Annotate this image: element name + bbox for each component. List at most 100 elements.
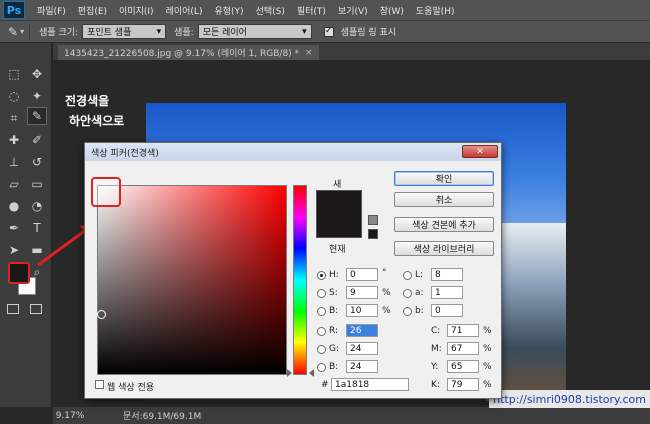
ok-label: 확인 [435,175,453,185]
web-only-label: 웹 색상 전용 [107,383,155,393]
screen-mode-icon[interactable] [30,304,42,314]
blue-radio[interactable] [317,363,326,372]
web-safe-swatch[interactable] [368,229,378,239]
hue-slider-handle-left[interactable] [287,369,292,377]
menu-type[interactable]: 유형(Y) [208,4,249,17]
move-tool-icon[interactable]: ✥ [27,65,47,83]
cube-icon[interactable] [368,215,378,225]
g-input[interactable]: 24 [346,342,378,355]
document-tab[interactable]: 1435423_21226508.jpg @ 9.17% (레이어 1, RGB… [58,45,319,60]
hue-slider[interactable] [293,185,307,375]
lasso-tool-icon[interactable]: ◌ [4,87,24,105]
menu-image[interactable]: 이미지(I) [113,4,160,17]
r-label: R: [329,326,339,336]
k-unit: % [483,380,492,390]
clone-stamp-tool-icon[interactable]: ⊥ [4,153,24,171]
shape-tool-icon[interactable]: ▬ [27,241,47,259]
l-input[interactable]: 8 [431,268,463,281]
sample-size-select[interactable]: 포인트 샘플 ▾ [82,24,167,39]
s-input[interactable]: 9 [346,286,378,299]
hex-label: # [321,380,329,390]
highlight-marker [91,177,121,207]
zoom-level[interactable]: 9.17% [55,411,85,421]
close-button[interactable]: ✕ [462,145,498,158]
cancel-button[interactable]: 취소 [394,192,494,207]
web-only-checkbox[interactable] [95,380,104,389]
h-value: 0 [350,269,356,280]
eraser-tool-icon[interactable]: ▱ [4,175,24,193]
document-tab-bar: 1435423_21226508.jpg @ 9.17% (레이어 1, RGB… [53,43,650,60]
chevron-down-icon[interactable]: ▾ [20,27,24,36]
y-value: 65 [451,361,463,372]
gradient-tool-icon[interactable]: ▭ [27,175,47,193]
options-bar: ✎ ▾ 샘플 크기: 포인트 샘플 ▾ 샘플: 모든 레이어 ▾ ✓ 샘플링 링… [0,21,650,43]
close-icon[interactable]: × [305,48,313,58]
dodge-tool-icon[interactable]: ◔ [27,197,47,215]
marquee-tool-icon[interactable]: ⬚ [4,65,24,83]
menu-edit[interactable]: 편집(E) [72,4,113,17]
r-input[interactable]: 26 [346,324,378,337]
add-to-swatches-button[interactable]: 색상 견본에 추가 [394,217,494,232]
eyedropper-tool-icon[interactable]: ✎ [27,107,47,125]
y-input[interactable]: 65 [447,360,479,373]
m-input[interactable]: 67 [447,342,479,355]
sample-select[interactable]: 모든 레이어 ▾ [197,24,312,39]
m-value: 67 [451,343,463,354]
c-input[interactable]: 71 [447,324,479,337]
foreground-color-swatch[interactable] [8,262,30,284]
show-ring-checkbox[interactable]: ✓ [323,26,334,37]
lab-b-radio[interactable] [403,307,412,316]
k-input[interactable]: 79 [447,378,479,391]
quick-mask-icon[interactable] [7,304,19,314]
a-radio[interactable] [403,289,412,298]
b-label: B: [329,306,339,316]
color-field[interactable] [97,185,287,375]
blur-tool-icon[interactable]: ● [4,197,24,215]
r-radio[interactable] [317,327,326,336]
path-selection-tool-icon[interactable]: ➤ [4,241,24,259]
new-color-swatch [316,190,362,238]
crop-tool-icon[interactable]: ⌗ [4,109,24,127]
color-field-cursor[interactable] [97,310,106,319]
menu-help[interactable]: 도움말(H) [410,4,461,17]
l-label: L: [415,270,424,280]
h-input[interactable]: 0 [346,268,378,281]
eyedropper-preset-icon[interactable]: ✎ [8,25,18,39]
lab-b-input[interactable]: 0 [431,304,463,317]
hue-slider-handle-right[interactable] [309,369,314,377]
s-radio[interactable] [317,289,326,298]
menu-select[interactable]: 선택(S) [250,4,291,17]
menu-filter[interactable]: 필터(T) [291,4,332,17]
healing-brush-tool-icon[interactable]: ✚ [4,131,24,149]
magic-wand-tool-icon[interactable]: ✦ [27,87,47,105]
a-input[interactable]: 1 [431,286,463,299]
history-brush-tool-icon[interactable]: ↺ [27,153,47,171]
c-unit: % [483,326,492,336]
y-label: Y: [431,362,439,372]
g-label: G: [329,344,340,354]
ok-button[interactable]: 확인 [394,171,494,186]
menu-layer[interactable]: 레이어(L) [160,4,209,17]
photoshop-window: Ps 파일(F) 편집(E) 이미지(I) 레이어(L) 유형(Y) 선택(S)… [0,0,650,424]
chevron-down-icon: ▾ [302,26,307,37]
h-unit: ° [382,268,387,278]
b-input[interactable]: 10 [346,304,378,317]
hex-input[interactable]: 1a1818 [331,378,409,391]
menu-window[interactable]: 창(W) [374,4,410,17]
g-radio[interactable] [317,345,326,354]
menu-view[interactable]: 보기(V) [332,4,374,17]
l-radio[interactable] [403,271,412,280]
dialog-titlebar: 색상 피커(전경색) ✕ [85,143,501,161]
blue-value: 24 [350,361,362,372]
color-libraries-button[interactable]: 색상 라이브러리 [394,241,494,256]
blue-input[interactable]: 24 [346,360,378,373]
dialog-title: 색상 피커(전경색) [91,148,159,159]
h-radio[interactable] [317,271,326,280]
pen-tool-icon[interactable]: ✒ [4,219,24,237]
type-tool-icon[interactable]: T [27,219,47,237]
toolbox: ⬚ ✥ ◌ ✦ ⌗ ✎ ✚ ✐ ⊥ ↺ ▱ ▭ ● ◔ ✒ T ➤ ▬ ✋ ⌕ [0,43,52,407]
b-radio[interactable] [317,307,326,316]
sample-label: 샘플: [174,28,194,38]
brush-tool-icon[interactable]: ✐ [27,131,47,149]
menu-file[interactable]: 파일(F) [31,4,72,17]
